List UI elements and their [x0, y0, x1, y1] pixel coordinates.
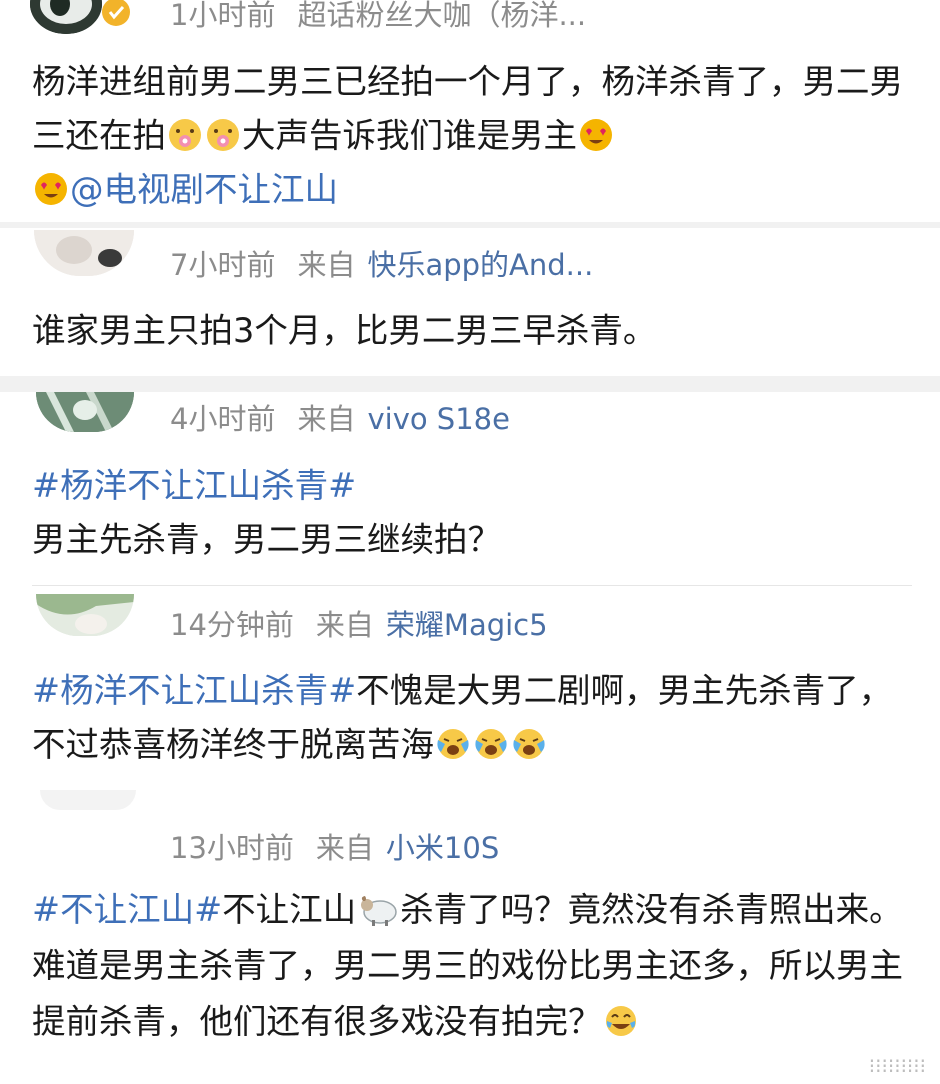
comment-meta: 1小时前 超话粉丝大咖（杨洋... [170, 0, 586, 34]
divider [32, 585, 912, 586]
comment-time: 1小时前 [170, 0, 276, 32]
sheep-emoji-icon [361, 896, 397, 926]
comment-source[interactable]: 超话粉丝大咖（杨洋... [297, 0, 586, 32]
comment-text: 谁家男主只拍3个月，比男二男三早杀青。 [32, 311, 657, 350]
comment-1: 1小时前 超话粉丝大咖（杨洋... 杨洋进组前男二男三已经拍一个月了，杨洋杀青了，… [0, 0, 940, 225]
comment-meta: 13小时前 来自 小米10S [170, 825, 499, 867]
comment-device[interactable]: 快乐app的And... [367, 248, 593, 282]
comment-time: 4小时前 [170, 402, 276, 436]
comment-device[interactable]: 小米10S [386, 831, 499, 865]
avatar-image-icon [30, 0, 102, 34]
avatar-image-icon [34, 230, 134, 276]
watermark: ⁝⁝⁝⁝⁝⁝⁝⁝⁝ [868, 1054, 926, 1078]
topic-link[interactable]: #不让江山# [32, 890, 222, 929]
comment-device[interactable]: 荣耀Magic5 [386, 608, 548, 642]
comment-text: 大声告诉我们谁是男主 [242, 116, 577, 155]
verified-badge-icon [102, 0, 130, 26]
source-label: 来自 [297, 402, 356, 436]
blushing-flower-emoji-icon [169, 119, 201, 151]
comment-body: #不让江山#不让江山 杀青了吗？竟然没有杀青照出来。难道是男主杀青了，男二男三的戏… [32, 882, 912, 1050]
comment-text: 不让江山 [222, 890, 357, 929]
comment-body: 谁家男主只拍3个月，比男二男三早杀青。 [32, 304, 912, 358]
separator-band [0, 376, 940, 392]
source-label: 来自 [297, 248, 356, 282]
avatar-image-icon [36, 594, 134, 636]
crying-laughing-emoji-icon [513, 729, 545, 759]
comment-device[interactable]: vivo S18e [367, 402, 510, 436]
comment-body: #杨洋不让江山杀青# 男主先杀青，男二男三继续拍？ [32, 459, 912, 567]
comment-time: 7小时前 [170, 248, 276, 282]
comment-meta: 14分钟前 来自 荣耀Magic5 [170, 602, 548, 644]
avatar-image-icon [36, 392, 134, 432]
avatar[interactable] [36, 594, 134, 636]
crying-laughing-emoji-icon [437, 729, 469, 759]
comment-meta: 4小时前 来自 vivo S18e [170, 396, 510, 438]
comment-body: 杨洋进组前男二男三已经拍一个月了，杨洋杀青了，男二男三还在拍 大声告诉我们谁是男主… [32, 55, 912, 217]
tears-of-joy-emoji-icon [605, 1006, 636, 1036]
avatar[interactable] [40, 790, 136, 810]
heart-eyes-emoji-icon [35, 173, 67, 205]
comment-time: 13小时前 [170, 831, 294, 865]
source-label: 来自 [315, 831, 374, 865]
comment-text: 男主先杀青，男二男三继续拍？ [32, 520, 501, 559]
comment-body: #杨洋不让江山杀青#不愧是大男二剧啊，男主先杀青了，不过恭喜杨洋终于脱离苦海 [32, 664, 912, 772]
blushing-flower-emoji-icon [207, 119, 239, 151]
comment-meta: 7小时前 来自 快乐app的And... [170, 242, 593, 284]
avatar[interactable] [36, 392, 134, 432]
source-label: 来自 [315, 608, 374, 642]
avatar[interactable] [30, 0, 102, 34]
topic-link[interactable]: #杨洋不让江山杀青# [32, 671, 356, 710]
mention-link[interactable]: @电视剧不让江山 [70, 170, 338, 209]
crying-laughing-emoji-icon [475, 729, 507, 759]
separator-band [0, 222, 940, 228]
topic-link[interactable]: #杨洋不让江山杀青# [32, 466, 356, 505]
avatar[interactable] [34, 230, 134, 276]
comment-time: 14分钟前 [170, 608, 294, 642]
heart-eyes-emoji-icon [580, 119, 612, 151]
